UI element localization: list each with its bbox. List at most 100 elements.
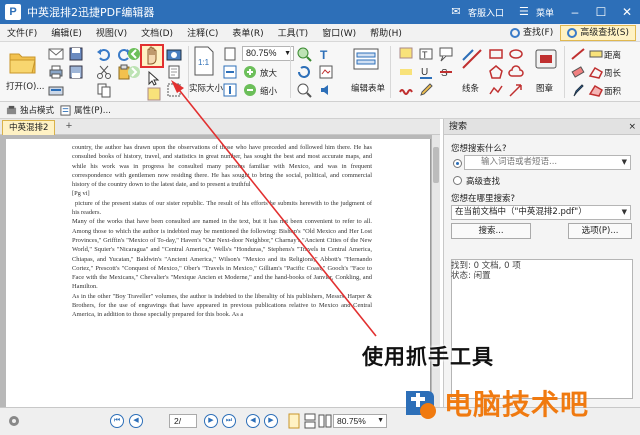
ellipse-icon[interactable]	[508, 46, 524, 62]
page-number-input[interactable]: 2/	[169, 414, 197, 428]
magnifier-icon[interactable]	[296, 82, 312, 98]
squiggly-icon[interactable]	[398, 82, 414, 98]
perimeter-label[interactable]: 周长	[604, 67, 621, 79]
underline-icon[interactable]: U	[418, 64, 434, 80]
prev-page-button[interactable]: ◀	[129, 414, 143, 428]
next-page-button[interactable]: ▶	[204, 414, 218, 428]
menu-help[interactable]: 帮助(H)	[363, 26, 409, 39]
distance-label[interactable]: 距离	[604, 49, 621, 61]
print-icon[interactable]	[48, 64, 64, 80]
service-entry-link[interactable]: 客服入口	[468, 6, 504, 19]
fit-page-icon[interactable]	[222, 46, 238, 62]
find-button[interactable]: 查找(F)	[503, 25, 560, 41]
snapshot-icon[interactable]	[166, 46, 182, 62]
undo-icon[interactable]	[96, 46, 112, 62]
add-tab-button[interactable]: +	[63, 120, 75, 134]
advanced-find-button[interactable]: 高级查找(S)	[560, 25, 636, 41]
ruler-icon[interactable]	[588, 46, 604, 62]
cut-icon[interactable]	[96, 64, 112, 80]
panel-close-icon[interactable]: ×	[628, 119, 636, 135]
menu-tools[interactable]: 工具(T)	[271, 26, 316, 39]
open-button-label[interactable]: 打开(O)...	[6, 80, 44, 92]
rotate-icon[interactable]	[296, 64, 312, 80]
edit-text-icon[interactable]: T	[318, 46, 334, 62]
lines-icon[interactable]	[460, 46, 486, 74]
sticky-note-icon[interactable]	[398, 46, 414, 62]
edit-form-icon[interactable]	[352, 46, 382, 74]
options-button[interactable]: 选项(P)...	[568, 223, 632, 239]
stamp-icon[interactable]	[532, 46, 560, 74]
menu-view[interactable]: 视图(V)	[89, 26, 134, 39]
rectangle-icon[interactable]	[488, 46, 504, 62]
zoom-out-icon[interactable]	[242, 82, 258, 98]
menu-file[interactable]: 文件(F)	[0, 26, 44, 39]
single-page-icon[interactable]	[287, 413, 301, 429]
search-scope-select[interactable]: 在当前文档中（"中英混排2.pdf"） ▼	[451, 205, 631, 220]
first-page-button[interactable]: ⏮	[110, 414, 124, 428]
fit-width-icon[interactable]	[222, 64, 238, 80]
page-select-icon[interactable]	[166, 64, 182, 80]
advanced-search-radio[interactable]	[453, 176, 462, 185]
continuous-page-icon[interactable]	[303, 413, 317, 429]
arrow-icon[interactable]	[508, 82, 524, 98]
menu-form[interactable]: 表单(R)	[225, 26, 270, 39]
text-box-icon[interactable]: T	[418, 46, 434, 62]
save-icon[interactable]	[68, 46, 84, 62]
area-icon[interactable]	[588, 82, 604, 98]
advanced-search-label[interactable]: 高级查找	[466, 175, 500, 187]
email-icon[interactable]	[48, 46, 64, 62]
zoom-out-label[interactable]: 缩小	[260, 85, 277, 97]
eraser-icon[interactable]	[570, 64, 586, 80]
menu-edit[interactable]: 编辑(E)	[44, 26, 89, 39]
zoom-select[interactable]: 80.75% ▼	[242, 46, 294, 61]
open-folder-icon[interactable]	[8, 48, 38, 76]
fit-visible-icon[interactable]	[222, 82, 238, 98]
highlight-icon[interactable]	[398, 64, 414, 80]
zoom-in-icon[interactable]	[242, 64, 258, 80]
main-menu-button[interactable]: 菜单	[536, 6, 554, 19]
service-icon[interactable]: ✉	[449, 5, 463, 19]
polygon-icon[interactable]	[488, 64, 504, 80]
history-forward-button[interactable]: ▶	[264, 414, 278, 428]
settings-gear-icon[interactable]	[6, 413, 24, 429]
menu-document[interactable]: 文档(D)	[134, 26, 180, 39]
cloud-icon[interactable]	[508, 64, 524, 80]
status-zoom-select[interactable]: 80.75% ▼	[333, 414, 387, 428]
close-button[interactable]: ✕	[614, 0, 640, 24]
zoom-in-label[interactable]: 放大	[260, 67, 277, 79]
audio-icon[interactable]	[318, 82, 334, 98]
area-label[interactable]: 面积	[604, 85, 621, 97]
perimeter-icon[interactable]	[588, 64, 604, 80]
menu-icon[interactable]: ☰	[517, 5, 531, 19]
search-phrase-radio[interactable]	[453, 159, 462, 168]
history-back-button[interactable]: ◀	[246, 414, 260, 428]
minimize-button[interactable]: –	[562, 0, 588, 24]
exclusive-mode-button[interactable]: 独占模式	[6, 104, 54, 116]
edit-content-icon[interactable]	[318, 64, 334, 80]
pencil-icon[interactable]	[418, 82, 434, 98]
actual-size-label[interactable]: 实际大小	[189, 82, 223, 94]
copy-icon[interactable]	[96, 82, 112, 98]
strikeout-icon[interactable]: S	[438, 64, 454, 80]
last-page-button[interactable]: ⏭	[222, 414, 236, 428]
brush-icon[interactable]	[570, 82, 586, 98]
facing-page-icon[interactable]	[318, 413, 332, 429]
menu-comment[interactable]: 注释(C)	[180, 26, 225, 39]
doc-tab-active[interactable]: 中英混排2	[2, 120, 56, 135]
polyline-icon[interactable]	[488, 82, 504, 98]
search-input[interactable]: 输入词语或者短语... ▼	[464, 155, 631, 170]
zoom-tool-icon[interactable]	[296, 46, 312, 62]
search-button[interactable]: 搜索...	[451, 223, 531, 239]
scrollbar-thumb[interactable]	[433, 147, 439, 183]
save-as-icon[interactable]	[68, 64, 84, 80]
note-icon[interactable]	[146, 86, 162, 102]
marquee-icon[interactable]	[166, 82, 182, 98]
select-text-icon[interactable]	[146, 70, 162, 86]
edit-form-label[interactable]: 编辑表单	[351, 82, 385, 94]
distance-icon[interactable]	[570, 46, 586, 62]
scan-icon[interactable]	[48, 82, 64, 98]
hand-tool-button[interactable]	[140, 44, 164, 68]
maximize-button[interactable]: ☐	[588, 0, 614, 24]
menu-window[interactable]: 窗口(W)	[315, 26, 363, 39]
callout-icon[interactable]	[438, 46, 454, 62]
